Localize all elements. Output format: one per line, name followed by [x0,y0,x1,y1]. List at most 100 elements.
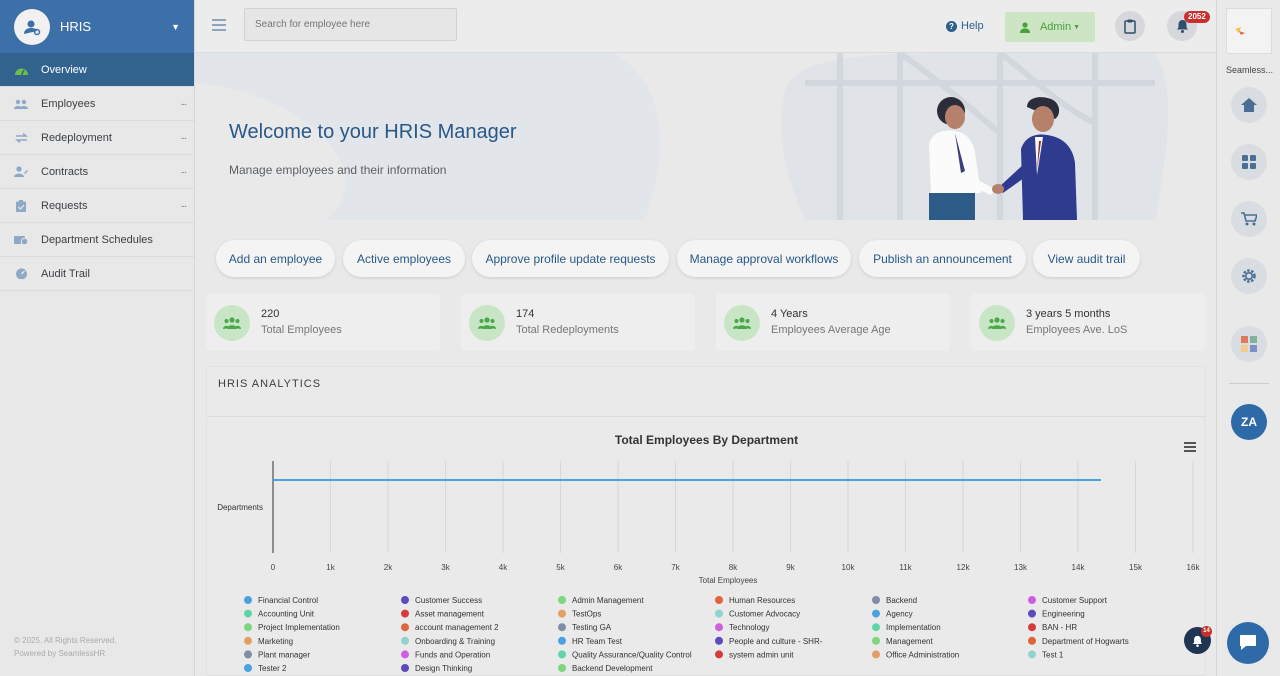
add-employee-button[interactable]: Add an employee [216,240,335,277]
stat-label: Employees Average Age [771,324,891,336]
legend-marker [558,664,566,672]
sidebar-item-employees[interactable]: Employees... [0,87,194,121]
x-tick-label: 1k [326,563,335,572]
legend-marker [558,623,566,632]
chevron-down-icon[interactable]: ▼ [171,22,180,32]
legend-label: Management [886,637,933,646]
legend-marker [872,636,880,645]
legend-label: Testing GA [572,623,612,632]
user-settings-icon [14,8,50,45]
chart-menu-icon[interactable] [1184,442,1196,452]
legend-marker [872,609,880,618]
sidebar-item-overview[interactable]: Overview [0,53,194,87]
legend-marker [715,623,723,632]
stat-value: 220 [261,308,280,320]
legend-label: Technology [729,623,769,632]
more-options-icon[interactable]: ... [181,165,187,176]
settings-button[interactable] [1231,258,1267,294]
group-icon [979,305,1015,341]
x-tick-label: 2k [384,563,393,572]
apps-button[interactable] [1231,144,1267,180]
more-options-icon[interactable]: ... [181,199,187,210]
sidebar: HRIS ▼ Overview Employees... Redeployment.… [0,0,195,676]
schedule-icon [14,234,28,246]
x-tick-label: 11k [899,563,912,572]
legend-marker [872,596,880,604]
group-icon [214,305,250,341]
modules-button[interactable] [1231,326,1267,362]
sidebar-item-contracts[interactable]: Contracts... [0,155,194,189]
person-icon [1019,21,1030,33]
menu-toggle-icon[interactable] [212,19,226,34]
manage-approval-workflows-button[interactable]: Manage approval workflows [677,240,851,277]
sidebar-footer: © 2025. All Rights Reserved. Powered by … [14,634,116,660]
legend-label: Backend [886,596,917,605]
x-tick-label: 8k [729,563,738,572]
x-tick-label: 7k [671,563,680,572]
sidebar-item-audit-trail[interactable]: Audit Trail [0,257,194,291]
sidebar-item-department-schedules[interactable]: Department Schedules [0,223,194,257]
store-button[interactable] [1231,201,1267,237]
approve-profile-updates-button[interactable]: Approve profile update requests [472,240,669,277]
clipboard-icon [1124,19,1136,34]
legend-label: Implementation [886,623,941,632]
help-link[interactable]: ? Help [946,20,984,32]
legend-marker [401,596,409,604]
legend-marker [715,650,723,659]
stat-label: Employees Ave. LoS [1026,324,1128,336]
x-tick-label: 10k [842,563,856,572]
app-name: Seamless... [1226,65,1274,75]
legend-label: Tester 2 [258,664,287,673]
active-employees-button[interactable]: Active employees [343,240,465,277]
chat-button[interactable] [1227,622,1269,664]
x-tick-label: 5k [556,563,565,572]
legend-label: Office Administration [886,650,959,659]
legend-label: Engineering [1042,610,1085,619]
brand-header[interactable]: HRIS ▼ [0,0,194,53]
bell-icon [1192,635,1203,647]
stat-value: 4 Years [771,308,808,320]
powered-by-text: Powered by SeamlessHR [14,649,106,658]
legend-label: Onboarding & Training [415,637,495,646]
stat-card-total-employees: 220 Total Employees [206,294,440,351]
legend-marker [401,636,409,645]
legend-label: Test 1 [1042,650,1064,659]
legend-label: Quality Assurance/Quality Control [572,650,692,659]
more-options-icon[interactable]: ... [181,97,187,108]
x-tick-label: 6k [614,563,623,572]
caret-down-icon: ▼ [1073,23,1081,31]
floating-notification-button[interactable]: 14 [1184,626,1212,654]
legend-marker [558,609,566,618]
legend-label: account management 2 [415,623,499,632]
department-chart: Total Employees By Department 0 1k 2k 3k 4k 5k… [217,433,1200,673]
legend-label: Asset management [415,610,485,619]
sidebar-item-redeployment[interactable]: Redeployment... [0,121,194,155]
legend-marker [872,650,880,659]
legend-label: Human Resources [729,596,795,605]
sidebar-item-label: Contracts [41,165,89,178]
admin-role-button[interactable]: Admin ▼ [1005,12,1095,42]
view-audit-trail-button[interactable]: View audit trail [1033,240,1140,277]
app-logo[interactable] [1226,8,1272,54]
sidebar-item-requests[interactable]: Requests... [0,189,194,223]
group-icon [469,305,505,341]
dashboard-icon [14,64,28,76]
employee-search-input[interactable] [244,8,457,41]
x-tick-label: 15k [1129,563,1143,572]
legend-label: Department of Hogwarts [1042,637,1129,646]
publish-announcement-button[interactable]: Publish an announcement [859,240,1026,277]
legend-marker [401,609,409,618]
x-tick-label: 0 [271,563,276,572]
user-avatar[interactable]: ZA [1231,404,1267,440]
legend-label: system admin unit [729,650,794,659]
legend-label: Admin Management [572,596,644,605]
copyright-text: © 2025. All Rights Reserved. [14,636,117,645]
x-tick-label: 13k [1014,563,1028,572]
clipboard-button[interactable] [1115,11,1145,41]
legend-marker [401,623,409,632]
more-options-icon[interactable]: ... [181,131,187,142]
analytics-title: HRIS ANALYTICS [218,378,322,390]
legend-label: Funds and Operation [415,650,490,659]
legend-marker [1028,636,1036,645]
home-button[interactable] [1231,87,1267,123]
